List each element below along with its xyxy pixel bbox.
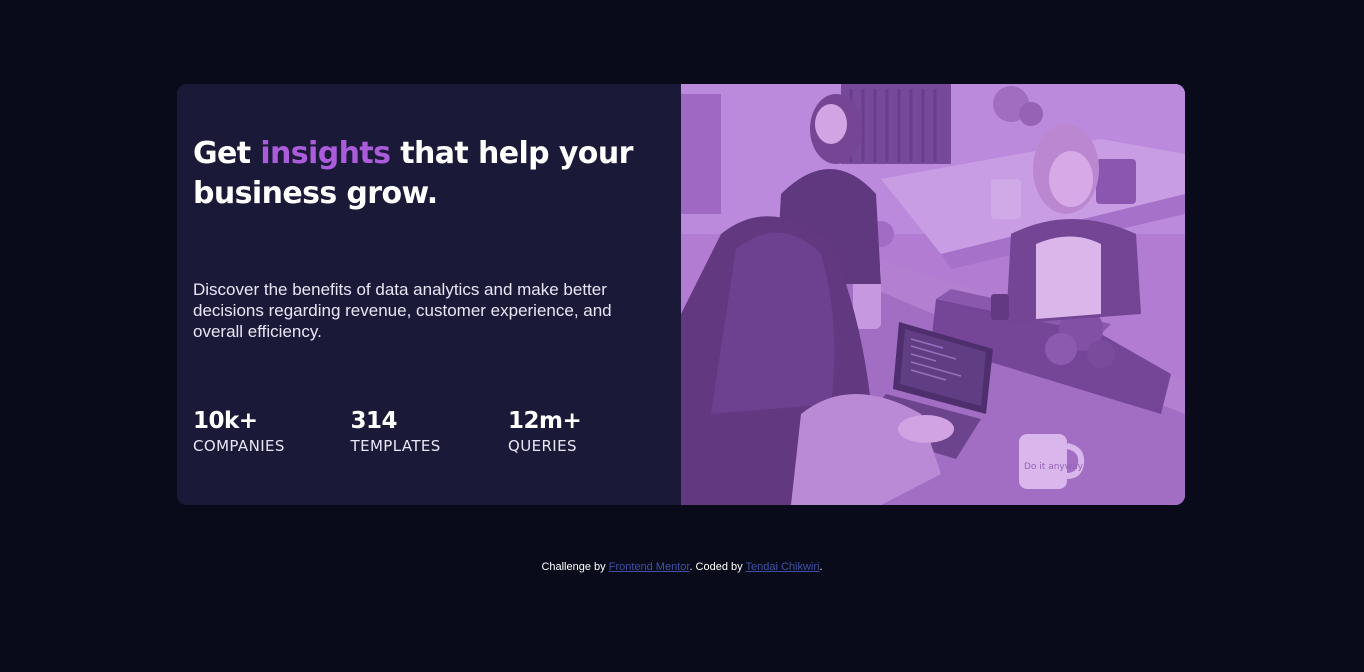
attribution-footer: Challenge by Frontend Mentor. Coded by T… bbox=[0, 560, 1364, 574]
stats-row: 10k+ COMPANIES 314 TEMPLATES 12m+ QUERIE… bbox=[193, 406, 666, 456]
card-description: Discover the benefits of data analytics … bbox=[193, 280, 612, 341]
stat-companies: 10k+ COMPANIES bbox=[193, 406, 351, 456]
footer-prefix: Challenge by bbox=[541, 561, 609, 573]
header-image: Do it anyway bbox=[681, 84, 1185, 505]
card-text-panel: Get insights that help your business gro… bbox=[177, 84, 681, 505]
office-photo-illustration: Do it anyway bbox=[681, 84, 1185, 505]
stat-queries: 12m+ QUERIES bbox=[508, 406, 666, 456]
stat-label: QUERIES bbox=[508, 437, 577, 455]
stat-templates: 314 TEMPLATES bbox=[351, 406, 509, 456]
author-link[interactable]: Tendai Chikwiri bbox=[746, 561, 820, 573]
heading-text-before: Get bbox=[193, 136, 261, 171]
footer-suffix: . bbox=[819, 561, 823, 573]
footer-middle: . Coded by bbox=[689, 561, 746, 573]
card-heading: Get insights that help your business gro… bbox=[193, 134, 643, 214]
stats-preview-card: Get insights that help your business gro… bbox=[177, 84, 1185, 505]
frontend-mentor-link[interactable]: Frontend Mentor bbox=[609, 561, 690, 573]
heading-accent-word: insights bbox=[260, 136, 391, 171]
stat-value: 314 bbox=[350, 408, 398, 434]
stat-label: COMPANIES bbox=[193, 437, 285, 455]
stat-value: 12m+ bbox=[508, 408, 582, 434]
stat-value: 10k+ bbox=[193, 408, 258, 434]
stat-label: TEMPLATES bbox=[350, 437, 441, 455]
